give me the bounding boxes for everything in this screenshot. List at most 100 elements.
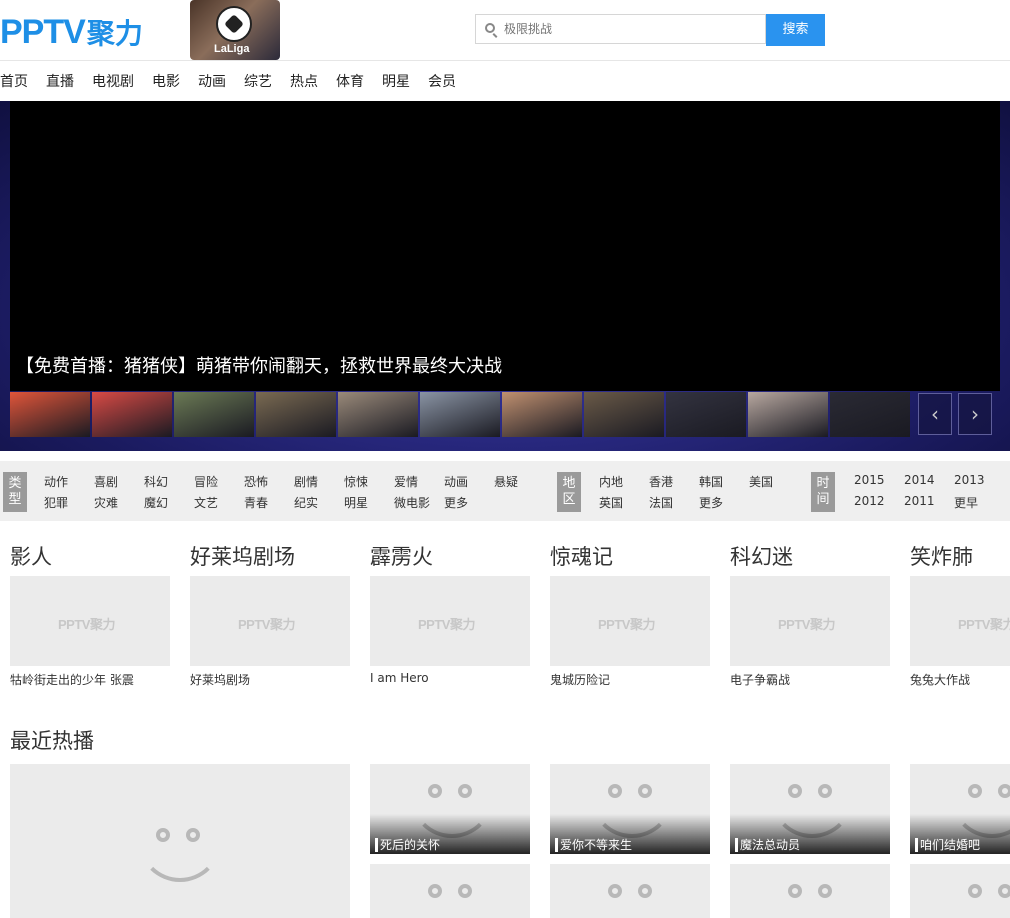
hero-thumb-2[interactable] <box>92 392 172 437</box>
filter-type-item[interactable]: 犯罪 <box>44 494 68 511</box>
category-poster[interactable]: PPTV聚力 <box>910 576 1010 666</box>
hero-thumb-7[interactable] <box>502 392 582 437</box>
filter-time-item[interactable]: 2014 <box>904 473 935 487</box>
filter-type-item[interactable]: 喜剧 <box>94 473 118 490</box>
filter-type-item[interactable]: 动画 <box>444 473 468 490</box>
filter-type-item[interactable]: 灾难 <box>94 494 118 511</box>
hero-thumb-6[interactable] <box>420 392 500 437</box>
hero-next-button[interactable]: › <box>958 393 992 435</box>
recent-tile[interactable]: 咱们结婚吧 <box>910 764 1010 854</box>
hero-caption[interactable]: 【免费首播：猪猪侠】萌猪带你闹翻天，拯救世界最终大决战 <box>16 352 502 378</box>
recent-tile-caption: 死后的关怀 <box>375 838 440 852</box>
recent-tile[interactable]: 死后的关怀 <box>370 764 530 854</box>
hero-thumb-10[interactable] <box>748 392 828 437</box>
category-title[interactable]: 科幻迷 <box>730 541 793 571</box>
category-caption[interactable]: 牯岭街走出的少年 张震 <box>10 671 134 688</box>
category-poster[interactable]: PPTV聚力 <box>10 576 170 666</box>
recent-tile[interactable] <box>730 864 890 918</box>
nav-item-stars[interactable]: 明星 <box>382 72 410 92</box>
category-poster[interactable]: PPTV聚力 <box>190 576 350 666</box>
category-caption[interactable]: 鬼城历险记 <box>550 671 610 688</box>
filter-region-item[interactable]: 法国 <box>649 494 673 511</box>
nav-item-anime[interactable]: 动画 <box>198 72 226 92</box>
filter-time-item[interactable]: 2015 <box>854 473 885 487</box>
search-button[interactable]: 搜索 <box>766 14 825 46</box>
filter-time-item[interactable]: 2012 <box>854 494 885 508</box>
nav-item-variety[interactable]: 综艺 <box>244 72 272 92</box>
hero-thumb-4[interactable] <box>256 392 336 437</box>
nav-item-sports[interactable]: 体育 <box>336 72 364 92</box>
filter-region-more[interactable]: 更多 <box>699 494 723 511</box>
pptv-placeholder-logo: PPTV聚力 <box>598 617 655 632</box>
soccer-ball-icon <box>216 6 252 42</box>
filter-region-item[interactable]: 韩国 <box>699 473 723 490</box>
filter-region-item[interactable]: 美国 <box>749 473 773 490</box>
filter-type-item[interactable]: 微电影 <box>394 494 430 511</box>
filter-type-item[interactable]: 剧情 <box>294 473 318 490</box>
category-poster[interactable]: PPTV聚力 <box>370 576 530 666</box>
category-caption[interactable]: 兔兔大作战 <box>910 671 970 688</box>
search-box[interactable] <box>475 14 766 44</box>
filter-type-item[interactable]: 悬疑 <box>494 473 518 490</box>
filter-region-item[interactable]: 香港 <box>649 473 673 490</box>
hero-thumb-9[interactable] <box>666 392 746 437</box>
recent-featured-tile[interactable] <box>10 764 350 918</box>
laliga-promo-banner[interactable]: LaLiga <box>190 0 280 60</box>
hero-prev-button[interactable]: ‹ <box>918 393 952 435</box>
category-title[interactable]: 影人 <box>10 541 52 571</box>
filter-time-item[interactable]: 2013 <box>954 473 985 487</box>
pptv-logo[interactable]: PPTV聚力 <box>0 12 143 54</box>
filter-region-item[interactable]: 内地 <box>599 473 623 490</box>
filter-type-item[interactable]: 冒险 <box>194 473 218 490</box>
hero-thumb-11[interactable] <box>830 392 910 437</box>
recent-tile[interactable] <box>370 864 530 918</box>
category-poster[interactable]: PPTV聚力 <box>550 576 710 666</box>
category-caption[interactable]: I am Hero <box>370 671 429 685</box>
filter-type-item[interactable]: 青春 <box>244 494 268 511</box>
recent-tile[interactable]: 魔法总动员 <box>730 764 890 854</box>
category-caption[interactable]: 好莱坞剧场 <box>190 671 250 688</box>
category-poster[interactable]: PPTV聚力 <box>730 576 890 666</box>
pptv-placeholder-logo: PPTV聚力 <box>418 617 475 632</box>
nav-item-hot[interactable]: 热点 <box>290 72 318 92</box>
filter-type-item[interactable]: 爱情 <box>394 473 418 490</box>
nav-item-live[interactable]: 直播 <box>46 72 74 92</box>
pptv-placeholder-logo: PPTV聚力 <box>958 617 1010 632</box>
recent-tile-caption: 爱你不等来生 <box>555 838 632 852</box>
nav-item-vip[interactable]: 会员 <box>428 72 456 92</box>
search-input[interactable] <box>504 15 754 43</box>
category-title[interactable]: 惊魂记 <box>550 541 613 571</box>
recent-tile[interactable]: 爱你不等来生 <box>550 764 710 854</box>
filter-tag-region: 地区 <box>557 472 581 512</box>
hero-thumb-3[interactable] <box>174 392 254 437</box>
filter-region-item[interactable]: 英国 <box>599 494 623 511</box>
category-caption[interactable]: 电子争霸战 <box>730 671 790 688</box>
hero-thumb-8[interactable] <box>584 392 664 437</box>
nav-item-movie[interactable]: 电影 <box>152 72 180 92</box>
recent-tile[interactable] <box>550 864 710 918</box>
filter-time-earlier[interactable]: 更早 <box>954 494 978 511</box>
nav-item-home[interactable]: 首页 <box>0 72 28 92</box>
nav-item-tv[interactable]: 电视剧 <box>92 72 134 92</box>
filter-type-item[interactable]: 明星 <box>344 494 368 511</box>
filter-type-item[interactable]: 魔幻 <box>144 494 168 511</box>
pptv-placeholder-logo: PPTV聚力 <box>238 617 295 632</box>
hero-thumb-1[interactable] <box>10 392 90 437</box>
filter-type-item[interactable]: 惊悚 <box>344 473 368 490</box>
filter-type-item[interactable]: 科幻 <box>144 473 168 490</box>
search-icon <box>485 23 495 33</box>
filter-type-item[interactable]: 文艺 <box>194 494 218 511</box>
category-title[interactable]: 笑炸肺 <box>910 541 973 571</box>
filter-time-item[interactable]: 2011 <box>904 494 935 508</box>
hero-video-player[interactable] <box>10 101 1000 391</box>
pptv-placeholder-logo: PPTV聚力 <box>58 617 115 632</box>
filter-type-item[interactable]: 纪实 <box>294 494 318 511</box>
filter-type-item[interactable]: 动作 <box>44 473 68 490</box>
recent-tile[interactable] <box>910 864 1010 918</box>
filter-type-item[interactable]: 恐怖 <box>244 473 268 490</box>
category-title[interactable]: 霹雳火 <box>370 541 433 571</box>
filter-tag-type: 类型 <box>3 472 27 512</box>
category-title[interactable]: 好莱坞剧场 <box>190 541 295 571</box>
hero-thumb-5[interactable] <box>338 392 418 437</box>
filter-type-more[interactable]: 更多 <box>444 494 468 511</box>
